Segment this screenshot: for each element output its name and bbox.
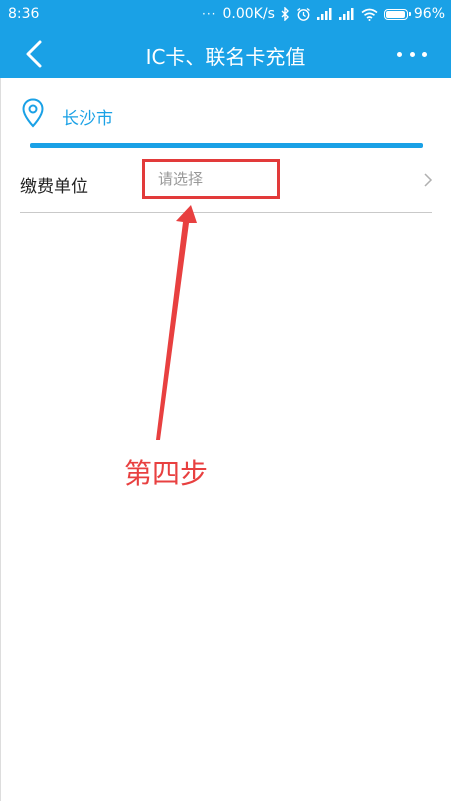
signal-icon	[316, 8, 332, 20]
divider	[20, 212, 432, 213]
status-indicators: ··· 0.00K/s 96%	[202, 6, 445, 22]
back-button[interactable]	[18, 36, 54, 72]
more-button[interactable]	[397, 43, 427, 65]
bluetooth-icon	[281, 7, 289, 21]
more-dot-icon	[397, 51, 402, 57]
wifi-icon	[361, 8, 378, 21]
notification-dots: ···	[202, 7, 217, 21]
status-time: 8:36	[8, 6, 40, 22]
left-edge-line	[0, 78, 1, 801]
battery-icon	[383, 8, 411, 20]
status-bar: 8:36 ··· 0.00K/s 96%	[0, 0, 451, 30]
location-pin-icon	[22, 98, 44, 128]
network-speed: 0.00K/s	[222, 6, 275, 22]
location-underline	[30, 143, 423, 148]
signal-icon-2	[338, 8, 354, 20]
annotation-step-text: 第四步	[124, 457, 209, 490]
more-dot-icon	[409, 51, 415, 57]
payment-unit-label: 缴费单位	[20, 177, 88, 197]
more-dot-icon	[422, 51, 427, 57]
chevron-right-icon[interactable]	[423, 172, 433, 188]
page-title: IC卡、联名卡充值	[145, 45, 306, 69]
location-selector[interactable]: 长沙市	[0, 78, 451, 144]
location-city: 长沙市	[62, 109, 113, 129]
payment-unit-select[interactable]	[142, 159, 280, 199]
chevron-left-icon	[26, 40, 42, 68]
payment-unit-row[interactable]: 缴费单位	[0, 150, 451, 214]
battery-percent: 96%	[413, 6, 445, 22]
app-bar: IC卡、联名卡充值	[0, 30, 451, 78]
alarm-icon	[296, 7, 310, 21]
